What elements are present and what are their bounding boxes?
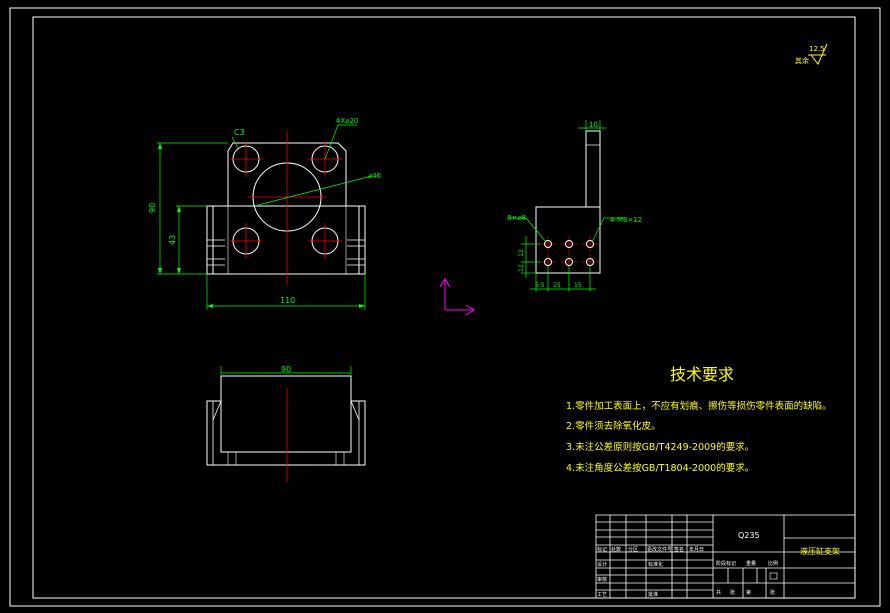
label-sheet-no: 第 [746, 589, 751, 596]
surface-roughness-symbol: 12.5 其余 [795, 43, 828, 65]
tech-req-title: 技术要求 [670, 365, 734, 384]
dim-holes: 4X⌀20 [336, 117, 358, 125]
row-label: 分区 [628, 546, 638, 553]
dim-side-h2: 15 [553, 282, 561, 289]
inner-border [32, 16, 856, 599]
dim-bottom-width: 90 [281, 365, 291, 374]
roughness-label: 其余 [795, 56, 809, 65]
dim-height-lower: 43 [168, 235, 177, 245]
dim-height-total: 90 [148, 203, 157, 213]
dim-width-base: 110 [280, 296, 295, 305]
cad-drawing-canvas[interactable]: 12.5 其余 C3 4X⌀20 ⌀46 90 43 110 10 8×⌀8 4… [0, 0, 890, 613]
front-centerlines [230, 131, 342, 285]
label-stage-mark: 阶段标记 [716, 560, 736, 567]
roughness-value: 12.5 [809, 45, 825, 53]
label-design: 设计 [597, 561, 607, 568]
tech-req-item: 1.零件加工表面上，不应有划痕、擦伤等损伤零件表面的缺陷。 [566, 400, 832, 412]
ucs-icon [439, 278, 475, 316]
part-name: 液压缸支架 [800, 546, 840, 556]
dim-side-v2: 12 [518, 264, 525, 272]
dim-side-hole-left: 8×⌀8 [507, 214, 526, 222]
top-view: 90 [206, 365, 366, 482]
row-label: 年月日 [689, 546, 704, 553]
label-scale: 比例 [768, 560, 778, 567]
label-weight: 重量 [746, 560, 756, 567]
front-view: C3 4X⌀20 ⌀46 90 43 110 [148, 117, 382, 310]
tech-req-item: 2.零件须去除氧化皮。 [566, 420, 661, 432]
row-label: 标记 [597, 546, 607, 553]
side-view: 10 8×⌀8 4-M6×12 12 12 5.5 15 15 [507, 120, 642, 292]
dim-side-h3: 15 [574, 282, 582, 289]
dim-bore: ⌀46 [368, 172, 382, 180]
dim-side-hole-right: 4-M6×12 [610, 216, 642, 224]
label-sheet-of-2: 张 [770, 589, 775, 596]
row-label: 更改文件号 [647, 546, 672, 553]
row-label: 签名 [674, 546, 684, 553]
side-upright [585, 130, 601, 208]
label-approve: 批准 [648, 591, 658, 598]
label-process: 工艺 [597, 592, 607, 598]
row-label: 处数 [611, 546, 621, 553]
label-review: 审核 [597, 576, 607, 583]
tech-req-item: 3.未注公差原则按GB/T4249-2009的要求。 [566, 441, 754, 453]
material: Q235 [738, 531, 760, 540]
side-dimensions [509, 120, 624, 292]
title-block: Q235 液压缸支架 标记 处数 分区 更改文件号 签名 年月日 设计 标准化 … [595, 514, 856, 599]
dim-chamfer: C3 [234, 128, 245, 137]
label-sheet-of: 张 [730, 589, 735, 596]
tech-req-item: 4.未注角度公差按GB/T1804-2000的要求。 [566, 462, 754, 474]
label-sheet-total: 共 [716, 589, 721, 596]
dim-side-v1: 12 [518, 249, 525, 257]
dim-side-top: 10 [589, 121, 598, 129]
dim-side-h1: 5.5 [535, 282, 545, 289]
technical-requirements: 技术要求 1.零件加工表面上，不应有划痕、擦伤等损伤零件表面的缺陷。 2.零件须… [566, 365, 832, 474]
side-base [535, 206, 601, 274]
front-dimensions [157, 124, 373, 310]
label-standardize: 标准化 [648, 561, 663, 568]
